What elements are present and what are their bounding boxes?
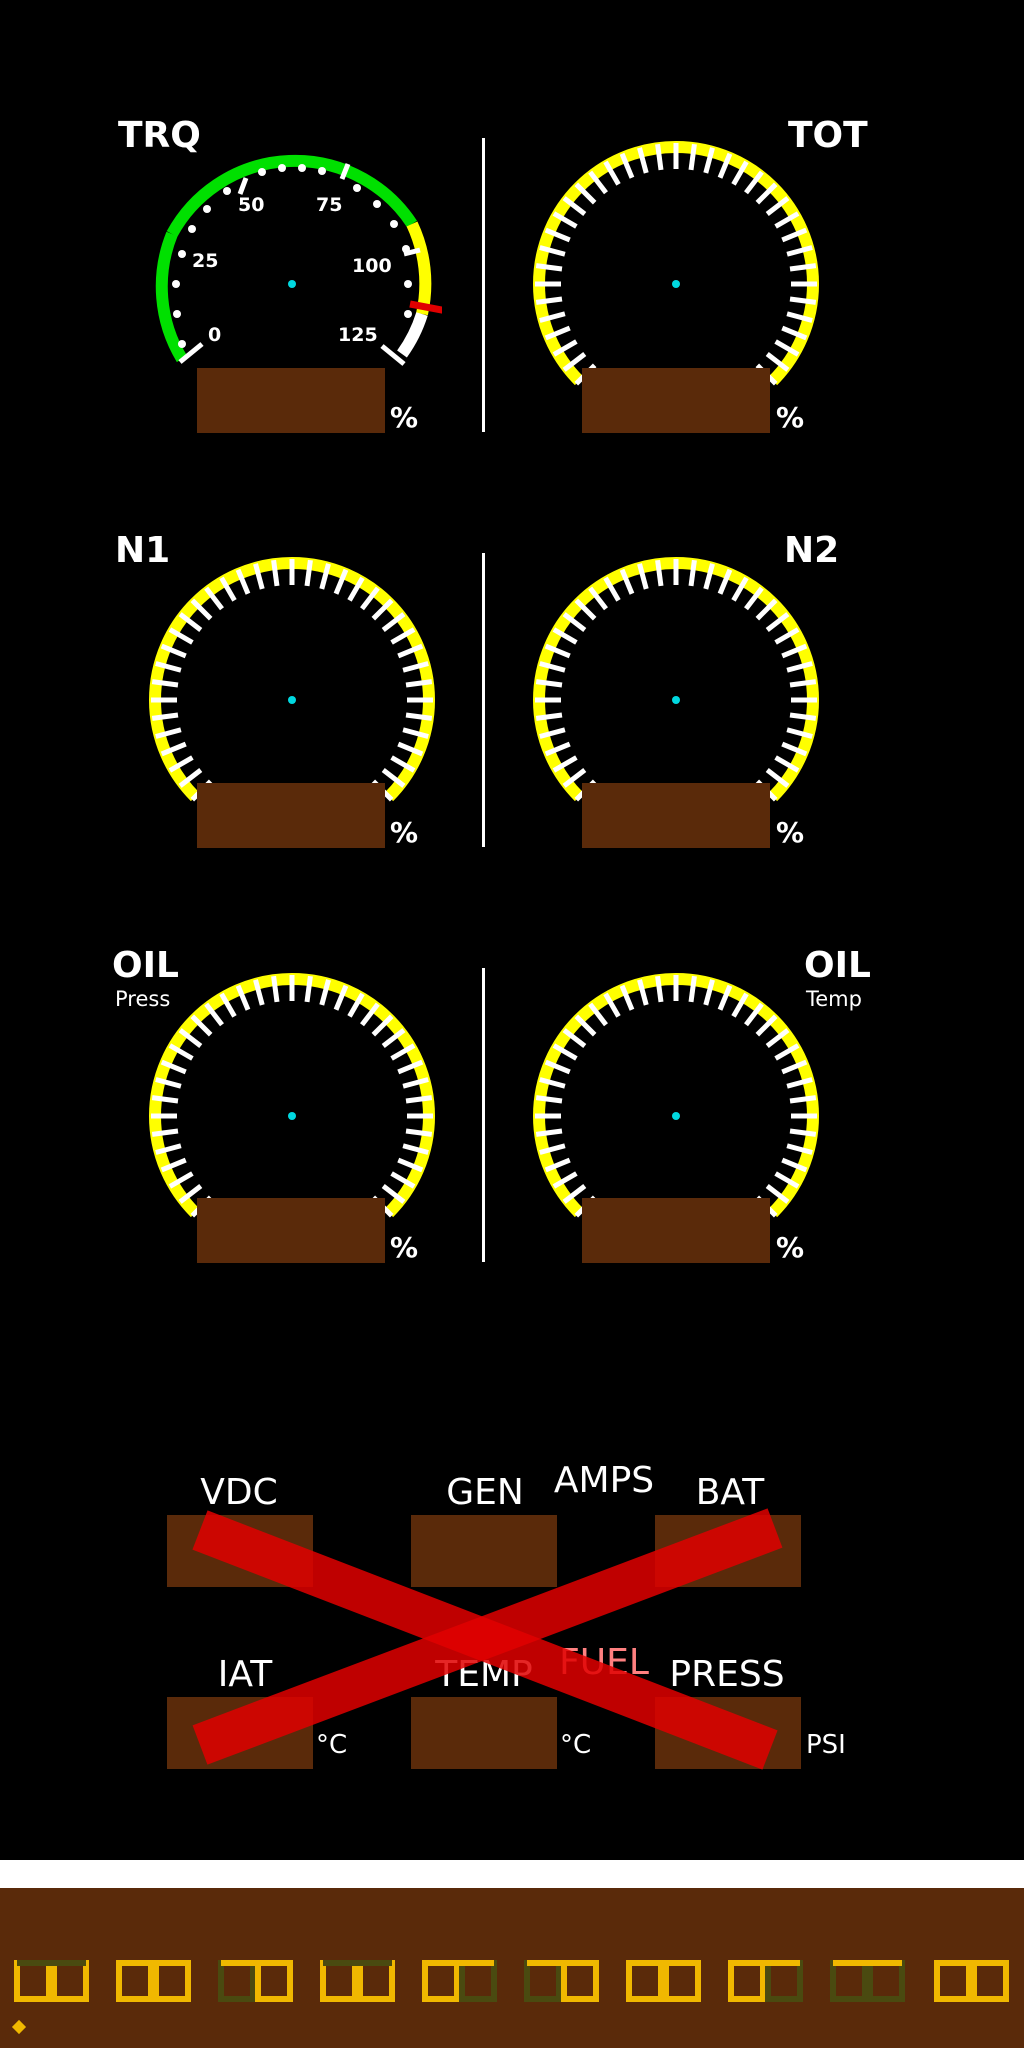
segment-digit [934,1960,1014,2004]
bat-label: BAT [695,1472,765,1513]
gen-readout [411,1515,557,1587]
temp-unit: °C [560,1730,592,1760]
segment-digit [728,1960,808,2004]
divider-row-1 [482,138,485,432]
trq-unit: % [390,401,419,434]
segment-digit [422,1960,502,2004]
trq-pointer [409,300,442,314]
trq-tick-125: 125 [338,324,378,346]
oil-temp-readout [582,1198,770,1263]
iat-readout [167,1697,313,1769]
bat-readout [655,1515,801,1587]
tot-unit: % [776,401,805,434]
oil-temp-unit: % [776,1231,805,1264]
segment-digit [626,1960,706,2004]
vdc-readout [167,1515,313,1587]
n2-unit: % [776,816,805,849]
trq-tick-25: 25 [192,250,218,272]
oil-press-readout [197,1198,385,1263]
segment-digit [320,1960,400,2004]
n1-unit: % [390,816,419,849]
segment-digit [116,1960,196,2004]
trq-readout [197,368,385,433]
trq-tick-75: 75 [316,194,342,216]
bottom-separator [0,1860,1024,1888]
oil-press-unit: % [390,1231,419,1264]
segment-digit [218,1960,298,2004]
press-label: PRESS [669,1654,785,1695]
trq-tick-50: 50 [238,194,264,216]
divider-row-2 [482,553,485,847]
iat-label: IAT [217,1654,273,1695]
press-readout [655,1697,801,1769]
iat-unit: °C [316,1730,348,1760]
tot-readout [582,368,770,433]
vdc-label: VDC [200,1472,278,1513]
segment-digit [524,1960,604,2004]
trq-tick-100: 100 [352,255,392,277]
segment-digit [830,1960,910,2004]
n1-readout [197,783,385,848]
n2-readout [582,783,770,848]
press-unit: PSI [806,1730,846,1760]
trq-tick-0: 0 [208,324,221,346]
segment-digit [14,1960,94,2004]
divider-row-3 [482,968,485,1262]
temp-readout [411,1697,557,1769]
